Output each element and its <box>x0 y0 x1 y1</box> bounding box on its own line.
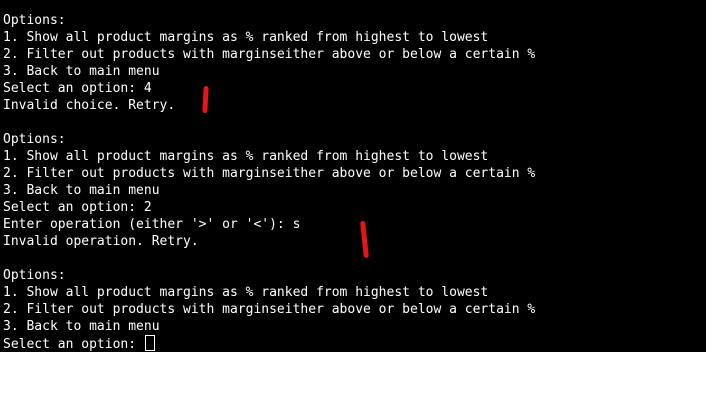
terminal-window[interactable]: Options: 1. Show all product margins as … <box>0 0 706 352</box>
terminal-line: 1. Show all product margins as % ranked … <box>3 30 489 45</box>
terminal-line: Options: <box>3 13 66 28</box>
terminal-line: Select an option: 4 <box>3 81 152 96</box>
terminal-cursor[interactable] <box>144 335 155 351</box>
terminal-input-line[interactable]: Select an option: <box>3 335 535 352</box>
terminal-line: 2. Filter out products with marginseithe… <box>3 302 536 317</box>
terminal-line: 1. Show all product margins as % ranked … <box>3 149 489 164</box>
terminal-line: 2. Filter out products with marginseithe… <box>3 166 536 181</box>
page-background <box>0 352 706 400</box>
terminal-line: 3. Back to main menu <box>3 64 160 79</box>
terminal-prompt: Select an option: <box>3 337 144 352</box>
terminal-line: Select an option: 2 <box>3 200 152 215</box>
terminal-line: Options: <box>3 132 66 147</box>
terminal-line: Invalid operation. Retry. <box>3 234 199 249</box>
terminal-line: 3. Back to main menu <box>3 319 160 334</box>
terminal-output: Options: 1. Show all product margins as … <box>3 12 535 352</box>
terminal-line: Enter operation (either '>' or '<'): s <box>3 217 301 232</box>
terminal-line: Options: <box>3 268 66 283</box>
terminal-line: 3. Back to main menu <box>3 183 160 198</box>
terminal-line: 1. Show all product margins as % ranked … <box>3 285 489 300</box>
terminal-line: 2. Filter out products with marginseithe… <box>3 47 536 62</box>
terminal-line: Invalid choice. Retry. <box>3 98 176 113</box>
